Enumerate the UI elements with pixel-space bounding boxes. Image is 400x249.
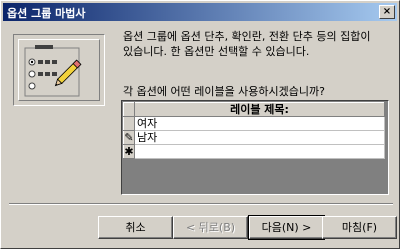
option-group-illustration-svg	[24, 45, 82, 97]
next-button[interactable]: 다음(N) >	[248, 215, 325, 240]
title-bar: 옵션 그룹 마법사 ×	[3, 3, 397, 21]
pencil-icon[interactable]: ✎	[123, 130, 135, 145]
close-icon: ×	[382, 6, 392, 17]
grid-header-row: 레이블 제목:	[123, 102, 385, 117]
table-row[interactable]: 여자	[123, 116, 385, 131]
label-cell[interactable]: 남자	[134, 130, 385, 145]
table-row[interactable]: ✎ 남자	[123, 130, 385, 145]
description-text: 옵션 그룹에 옵션 단추, 확인란, 전환 단추 등의 집합이 있습니다. 한 …	[123, 29, 391, 59]
label-cell[interactable]: 여자	[134, 116, 385, 131]
label-question: 각 옵션에 어떤 레이블을 사용하시겠습니까?	[123, 85, 325, 98]
cancel-button[interactable]: 취소	[98, 216, 173, 239]
option-group-illustration-icon	[13, 34, 105, 106]
new-row[interactable]: ✱	[123, 144, 385, 159]
finish-button[interactable]: 마침(F)	[322, 216, 397, 239]
window-title: 옵션 그룹 마법사	[7, 7, 86, 20]
back-button[interactable]: < 뒤로(B)	[173, 216, 248, 239]
row-selector[interactable]	[123, 116, 135, 131]
labels-grid[interactable]: 레이블 제목: 여자 ✎ 남자 ✱	[121, 100, 389, 195]
asterisk-icon[interactable]: ✱	[123, 144, 135, 159]
column-header-label-title: 레이블 제목:	[134, 102, 385, 117]
wizard-dialog: 옵션 그룹 마법사 × 옵션 그룹에 옵션 단추, 확인란, 전환 단추 등의 …	[0, 0, 400, 249]
description-line-2: 있습니다. 한 옵션만 선택할 수 있습니다.	[123, 45, 310, 58]
close-button[interactable]: ×	[379, 5, 395, 19]
label-cell[interactable]	[134, 144, 385, 159]
description-line-1: 옵션 그룹에 옵션 단추, 확인란, 전환 단추 등의 집합이	[123, 30, 371, 43]
labels-table: 레이블 제목: 여자 ✎ 남자 ✱	[123, 102, 385, 159]
grid-corner	[123, 102, 135, 117]
button-separator	[9, 203, 393, 205]
